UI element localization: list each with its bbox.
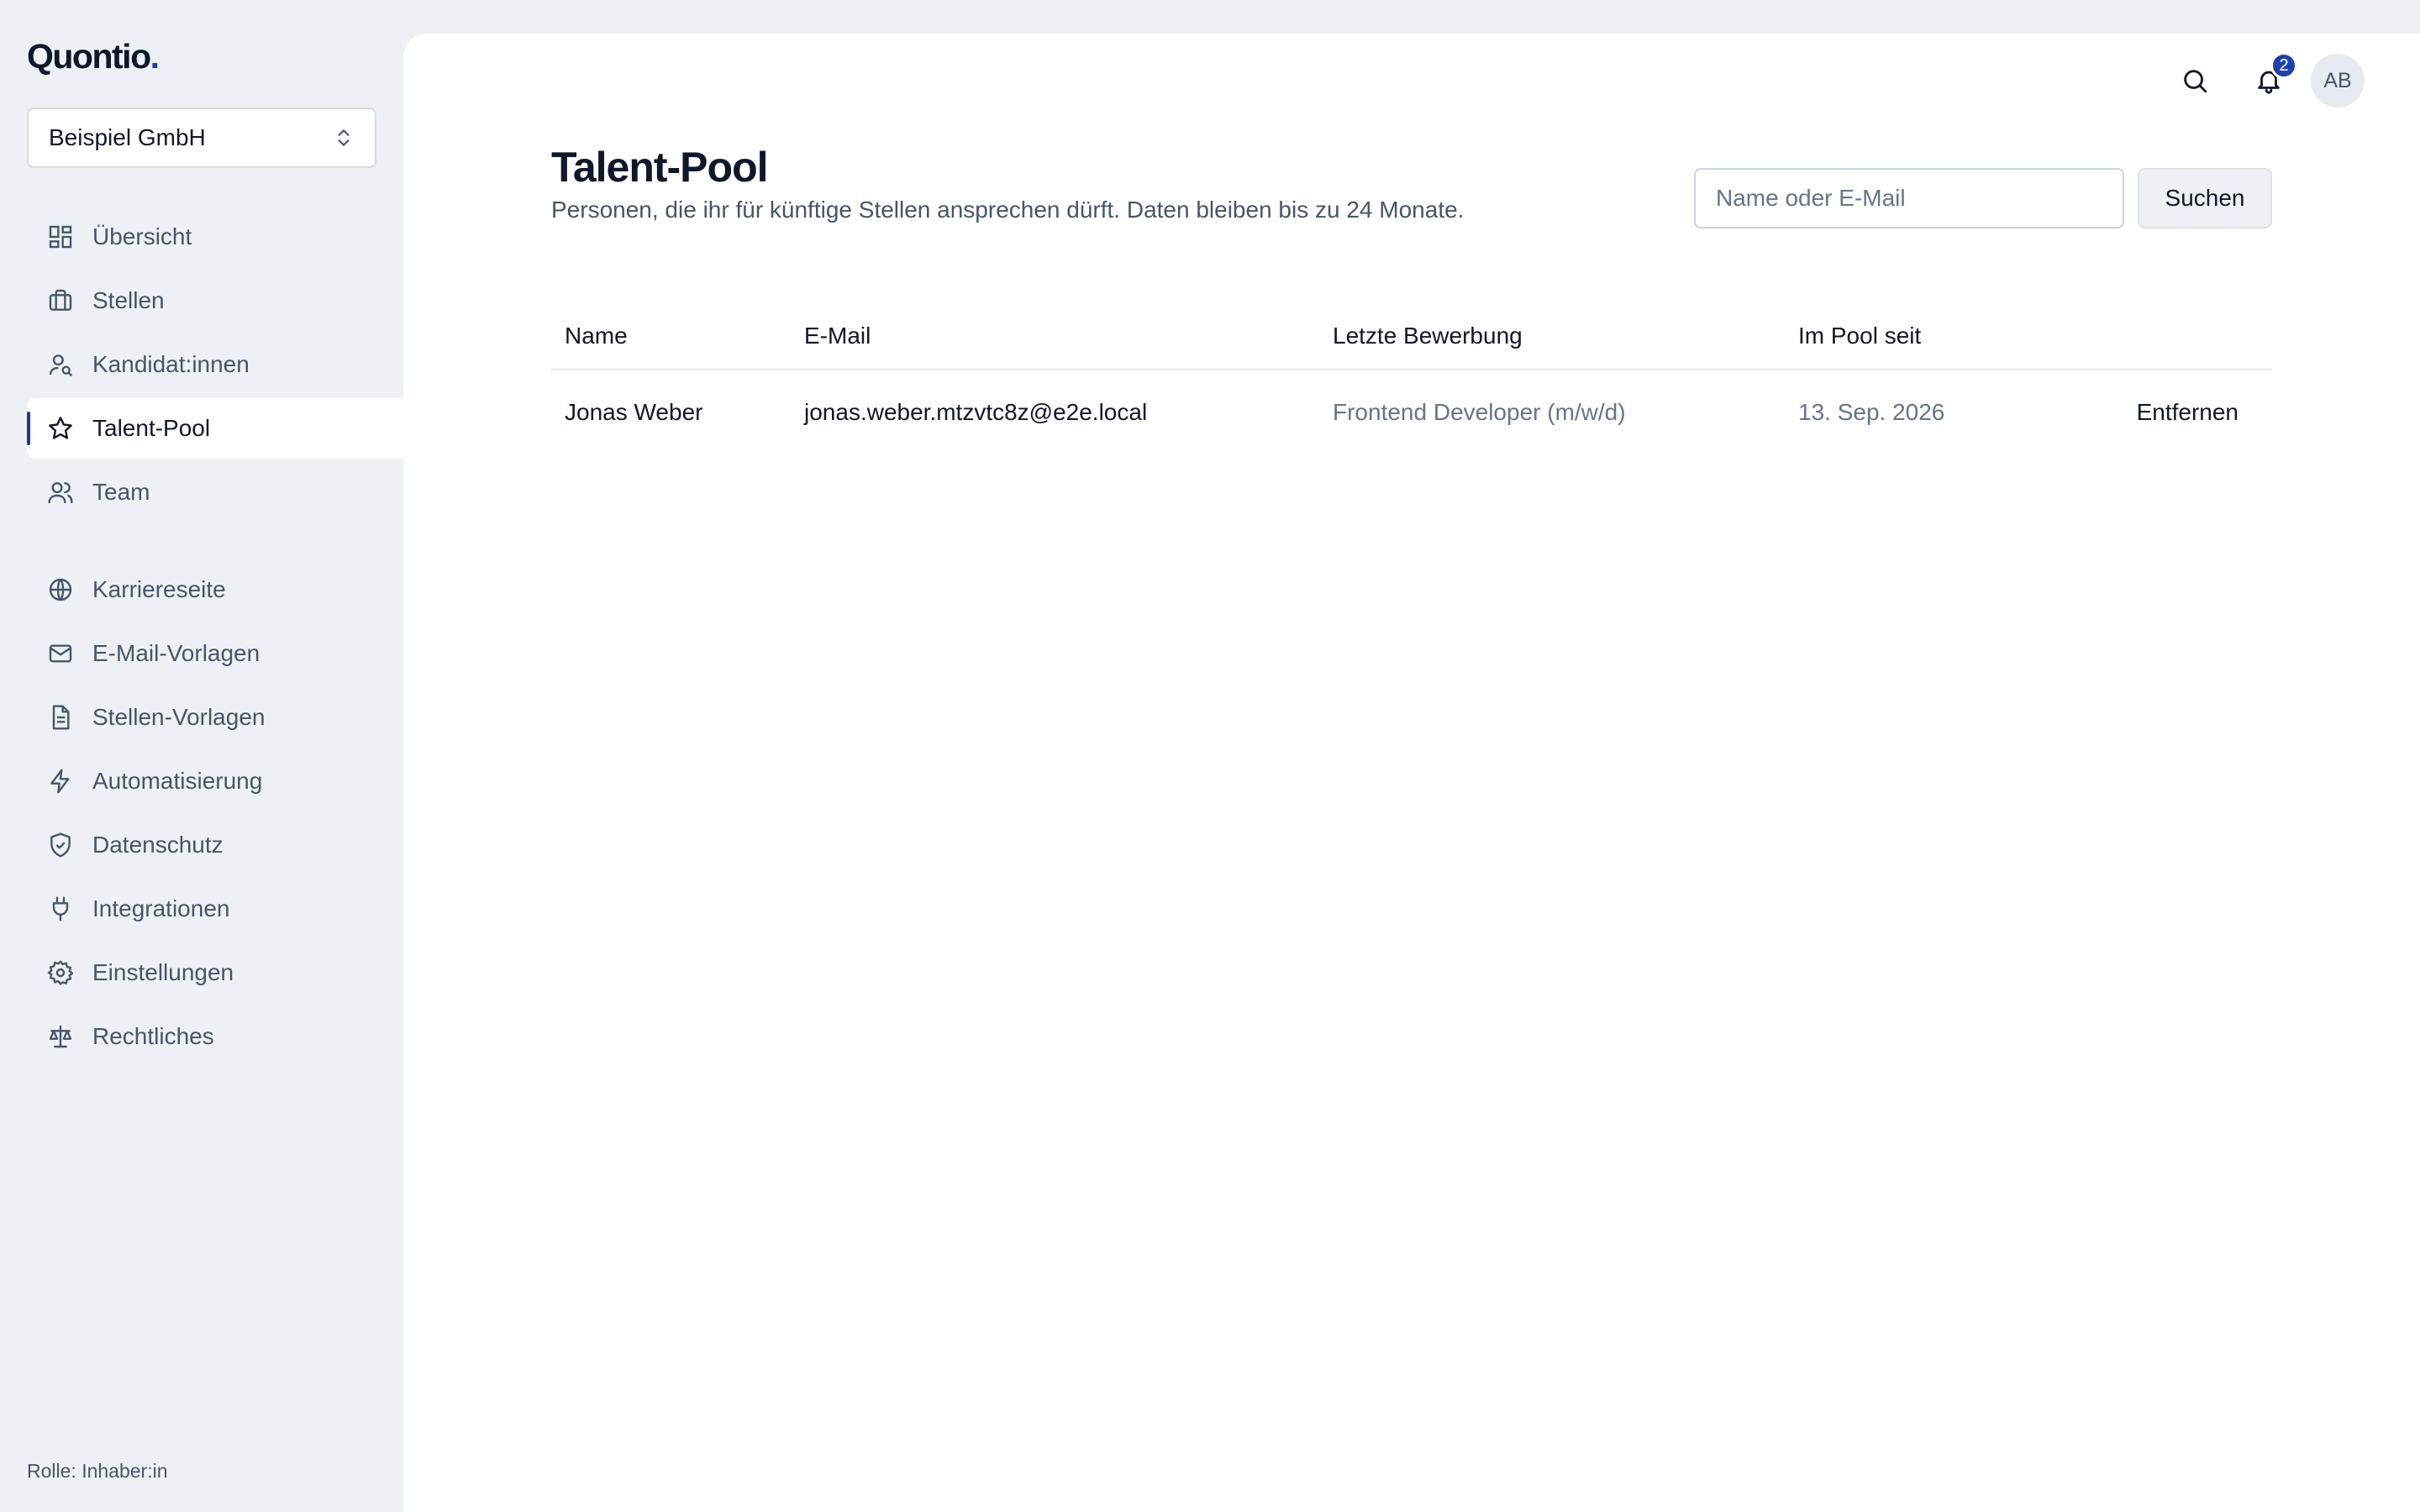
sidebar-item-label: Datenschutz [92,832,224,858]
nav-group-primary: Übersicht Stellen Kandidat:innen Talent-… [27,207,403,522]
column-header-email: E-Mail [791,302,1319,370]
notifications-button[interactable]: 2 [2244,52,2297,106]
sidebar-item-automatisierung[interactable]: Automatisierung [27,751,403,811]
sidebar-item-label: Rechtliches [92,1023,214,1049]
sidebar-item-integrationen[interactable]: Integrationen [27,879,403,939]
gear-icon [47,959,74,986]
page-subtitle: Personen, die ihr für künftige Stellen a… [551,197,1465,223]
main-panel: 2 AB Talent-Pool Personen, die ihr für k… [403,34,2420,1512]
document-icon [47,704,74,731]
cell-email: jonas.weber.mtzvtc8z@e2e.local [804,398,1148,425]
cell-last-application: Frontend Developer (m/w/d) [1333,398,1626,425]
organization-select-value: Beispiel GmbH [49,124,206,150]
dashboard-icon [47,223,74,250]
sidebar-item-talent-pool[interactable]: Talent-Pool [27,398,403,459]
notification-badge: 2 [2270,52,2297,79]
sidebar-item-label: Karriereseite [92,576,226,602]
sidebar-item-label: Übersicht [92,223,192,249]
sidebar-item-kandidatinnen[interactable]: Kandidat:innen [27,334,403,395]
star-icon [47,415,74,442]
sidebar-nav: Übersicht Stellen Kandidat:innen Talent-… [27,207,403,1070]
sidebar: Quontio. Beispiel GmbH Übersicht Stellen… [0,0,403,1512]
briefcase-icon [47,287,74,314]
column-header-last-application: Letzte Bewerbung [1319,302,1785,370]
search-icon [2184,70,2207,93]
column-header-pool-since: Im Pool seit [1785,302,2104,370]
sidebar-item-label: Automatisierung [92,768,263,794]
page-title: Talent-Pool [551,144,769,191]
talent-pool-table: Name E-Mail Letzte Bewerbung Im Pool sei… [551,302,2272,454]
scale-icon [47,1023,74,1050]
column-header-name: Name [551,302,791,370]
sidebar-item-label: Talent-Pool [92,415,211,441]
sidebar-item-datenschutz[interactable]: Datenschutz [27,815,403,875]
cell-pool-since: 13. Sep. 2026 [1798,398,1945,425]
nav-group-secondary: Karriereseite E-Mail-Vorlagen Stellen-Vo… [27,559,403,1067]
search-input[interactable] [1694,168,2124,228]
sidebar-item-email-vorlagen[interactable]: E-Mail-Vorlagen [27,623,403,684]
user-search-icon [47,351,74,378]
avatar[interactable]: AB [2311,54,2365,108]
sidebar-item-einstellungen[interactable]: Einstellungen [27,942,403,1003]
cell-name: Jonas Weber [565,398,703,425]
sidebar-item-stellen[interactable]: Stellen [27,270,403,331]
chevron-up-down-icon [338,129,350,146]
sidebar-item-label: Stellen [92,287,165,313]
globe-icon [47,576,74,603]
sidebar-item-team[interactable]: Team [27,462,403,522]
sidebar-item-karriereseite[interactable]: Karriereseite [27,559,403,620]
search-button[interactable] [2170,55,2220,106]
organization-select[interactable]: Beispiel GmbH [27,108,376,168]
sidebar-item-label: E-Mail-Vorlagen [92,640,260,666]
users-icon [47,479,74,506]
column-header-actions [2104,302,2272,370]
sidebar-item-label: Team [92,479,150,505]
plug-icon [47,895,74,922]
table-row: Jonas Weber jonas.weber.mtzvtc8z@e2e.loc… [551,370,2272,454]
mail-icon [47,640,74,667]
sidebar-item-label: Kandidat:innen [92,351,250,377]
sidebar-item-label: Integrationen [92,895,230,921]
sidebar-item-rechtliches[interactable]: Rechtliches [27,1006,403,1067]
remove-button[interactable]: Entfernen [2104,370,2272,454]
sidebar-item-label: Stellen-Vorlagen [92,704,266,730]
sidebar-item-label: Einstellungen [92,959,234,985]
search-submit-button[interactable]: Suchen [2138,168,2272,228]
brand-logo[interactable]: Quontio. [27,37,160,76]
user-role: Rolle: Inhaber:in [27,1460,168,1482]
sidebar-item-uebersicht[interactable]: Übersicht [27,207,403,267]
table-header-row: Name E-Mail Letzte Bewerbung Im Pool sei… [551,302,2272,370]
sidebar-item-stellen-vorlagen[interactable]: Stellen-Vorlagen [27,687,403,748]
shield-check-icon [47,832,74,858]
lightning-icon [47,768,74,795]
